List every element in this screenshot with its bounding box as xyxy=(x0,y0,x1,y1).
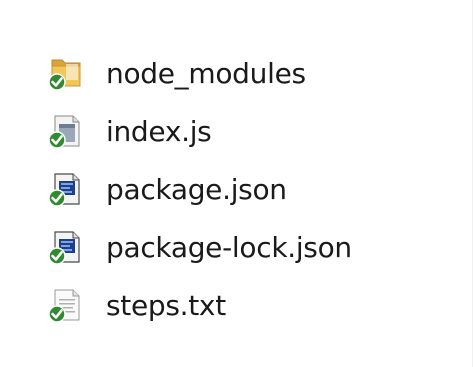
file-row-package-json[interactable]: package.json xyxy=(46,160,466,218)
file-explorer-pane: node_modules index.js package.json packa… xyxy=(0,0,473,367)
file-row-node-modules[interactable]: node_modules xyxy=(46,44,466,102)
file-name: package-lock.json xyxy=(106,230,352,264)
text-file-icon xyxy=(46,285,86,325)
json-file-icon xyxy=(46,169,86,209)
file-name: node_modules xyxy=(106,56,306,90)
folder-icon xyxy=(46,53,86,93)
file-list: node_modules index.js package.json packa… xyxy=(46,44,466,334)
file-row-package-lock-json[interactable]: package-lock.json xyxy=(46,218,466,276)
file-name: package.json xyxy=(106,172,287,206)
file-row-index-js[interactable]: index.js xyxy=(46,102,466,160)
json-file-icon xyxy=(46,227,86,267)
file-name: steps.txt xyxy=(106,288,226,322)
file-name: index.js xyxy=(106,114,212,148)
script-file-icon xyxy=(46,111,86,151)
file-row-steps-txt[interactable]: steps.txt xyxy=(46,276,466,334)
